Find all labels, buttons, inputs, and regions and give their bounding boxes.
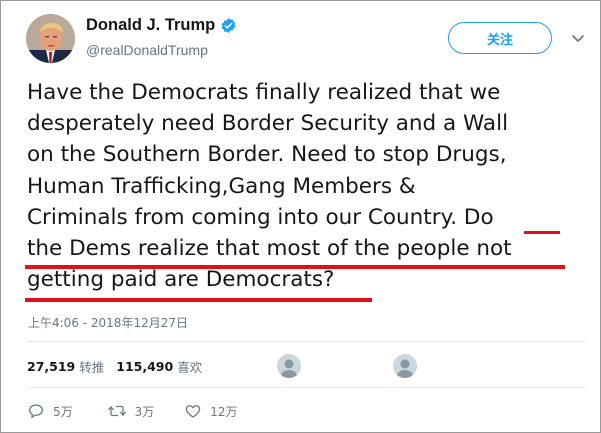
- follow-button[interactable]: 关注: [448, 22, 552, 54]
- tweet-line: desperately need Border Security and a W…: [27, 111, 509, 137]
- tweet-line: the Dems realize that most of the people…: [27, 236, 512, 262]
- retweet-count: 3万: [134, 404, 155, 419]
- tweet-card: Donald J. Trump @realDonaldTrump 关注 Have…: [0, 0, 601, 433]
- divider: [27, 387, 587, 388]
- reply-count: 5万: [53, 404, 73, 419]
- tweet-line: Criminals from coming into our Country. …: [27, 204, 494, 230]
- annotation-underline: [25, 265, 565, 269]
- divider: [27, 341, 587, 342]
- likes-label[interactable]: 喜欢: [177, 357, 202, 376]
- reply-button[interactable]: 5万: [27, 402, 73, 420]
- liker-avatar[interactable]: [277, 354, 301, 378]
- heart-icon: [186, 405, 201, 418]
- retweet-icon: [107, 405, 126, 417]
- reply-icon: [28, 404, 44, 419]
- display-name[interactable]: Donald J. Trump: [86, 16, 215, 35]
- tweet-line: getting paid are Democrats?: [27, 267, 335, 293]
- tweet-actions: 5万 3万 12万: [27, 402, 238, 420]
- liker-avatar[interactable]: [393, 354, 417, 378]
- retweets-count[interactable]: 27,519: [27, 359, 75, 374]
- annotation-underline: [524, 231, 560, 234]
- retweet-button[interactable]: 3万: [107, 402, 155, 420]
- likes-count[interactable]: 115,490: [116, 359, 173, 374]
- tweet-line: Have the Democrats finally realized that…: [27, 80, 501, 105]
- like-count: 12万: [210, 404, 238, 419]
- verified-badge-icon: [220, 17, 237, 34]
- annotation-underline: [25, 298, 372, 302]
- user-name-row[interactable]: Donald J. Trump: [86, 16, 237, 35]
- tweet-line: on the Southern Border. Need to stop Dru…: [27, 142, 507, 168]
- tweet-timestamp[interactable]: 上午4:06 - 2018年12月27日: [28, 314, 188, 331]
- tweet-line: Human Trafficking,Gang Members &: [27, 173, 416, 199]
- chevron-down-icon[interactable]: [570, 30, 586, 46]
- avatar[interactable]: [26, 14, 75, 63]
- tweet-stats: 27,519 转推 115,490 喜欢: [27, 357, 202, 376]
- user-handle[interactable]: @realDonaldTrump: [86, 42, 208, 58]
- like-button[interactable]: 12万: [184, 402, 238, 420]
- tweet-text: Have the Democrats finally realized that…: [27, 77, 587, 295]
- retweets-label[interactable]: 转推: [79, 357, 104, 376]
